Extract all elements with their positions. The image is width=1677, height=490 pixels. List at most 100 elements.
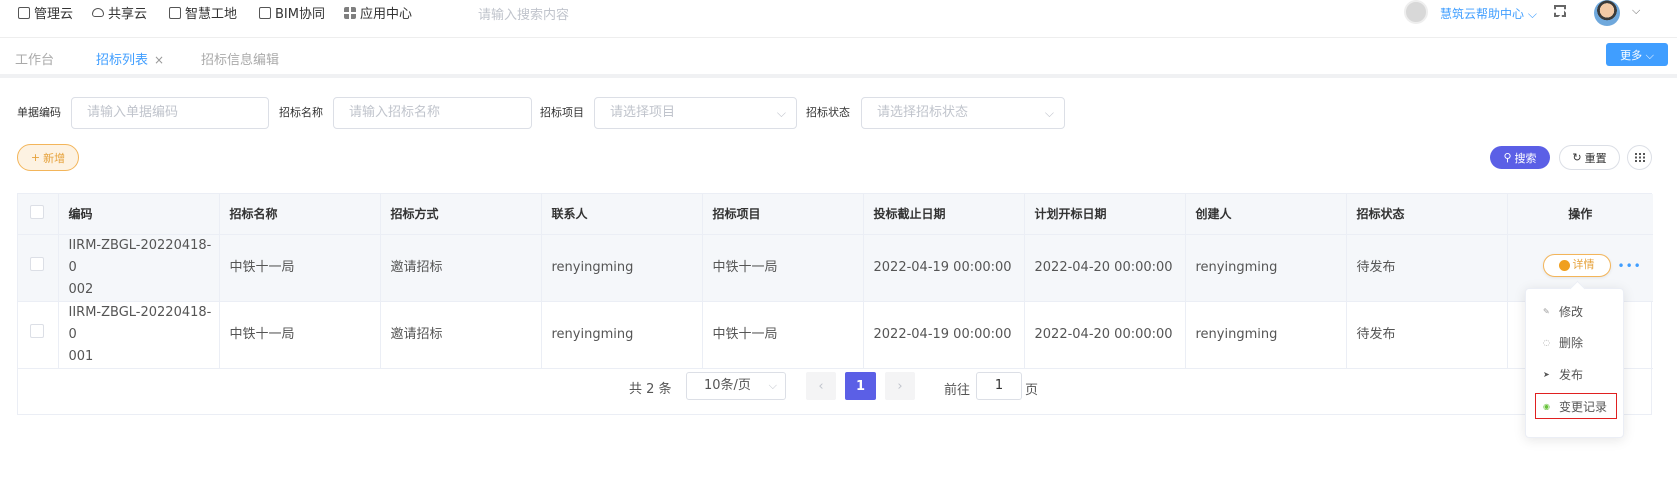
menu-item-delete[interactable]: ◌ 删除	[1543, 334, 1583, 351]
bag-icon	[259, 6, 271, 19]
tab-workbench[interactable]: 工作台	[15, 49, 54, 68]
nav-label: 应用中心	[360, 7, 413, 22]
chevron-down-icon: ⌵	[768, 379, 777, 392]
column-header: 创建人	[1185, 194, 1347, 235]
column-header: 编码	[58, 194, 220, 235]
cell-deadline: 2022-04-19 00:00:00	[863, 301, 1025, 369]
trash-icon: ◌	[1543, 338, 1550, 347]
code-line: IIRM-ZBGL-20220418-0	[68, 304, 212, 342]
nav-label: 智慧工地	[185, 7, 238, 22]
code-line: 001	[68, 348, 94, 364]
cell-contact: renyingming	[541, 301, 703, 369]
top-nav-bar: 管理云 共享云 智慧工地 BIM协同 应用中心 请输入搜索内容 慧筑云帮助中心 …	[0, 0, 1677, 38]
nav-item-smart-site[interactable]: 智慧工地	[169, 3, 237, 22]
column-settings-button[interactable]	[1627, 145, 1652, 170]
help-center-link[interactable]: 慧筑云帮助中心 ⌵	[1440, 5, 1537, 22]
chevron-down-icon: ⌵	[1044, 106, 1054, 120]
columns-icon	[1634, 153, 1645, 162]
column-header: 投标截止日期	[863, 194, 1025, 235]
cell-status: 待发布	[1346, 301, 1508, 369]
menu-item-label: 删除	[1559, 336, 1584, 350]
more-button[interactable]: 更多 ⌵	[1606, 43, 1668, 66]
column-header: 联系人	[541, 194, 703, 235]
row-select-cell	[18, 234, 59, 302]
page-number-current[interactable]: 1	[845, 372, 876, 400]
column-header: 招标名称	[219, 194, 381, 235]
table-row[interactable]: IIRM-ZBGL-20220418-0 002 中铁十一局 邀请招标 renyi…	[18, 234, 1653, 302]
menu-item-change-log[interactable]: ◉ 变更记录	[1535, 393, 1617, 419]
menu-item-publish[interactable]: ➤ 发布	[1543, 366, 1583, 383]
row-checkbox[interactable]	[30, 256, 44, 271]
cell-project: 中铁十一局	[702, 234, 864, 302]
reset-button[interactable]: ↻ 重置	[1559, 145, 1620, 170]
edit-icon: ✎	[1543, 307, 1550, 316]
tab-label: 工作台	[15, 53, 55, 68]
select-all-cell	[18, 194, 59, 235]
close-icon[interactable]: ×	[154, 53, 164, 67]
detail-button[interactable]: 详情	[1542, 253, 1611, 277]
detail-icon	[1558, 259, 1570, 271]
help-center-avatar[interactable]	[1404, 0, 1428, 24]
next-page-button[interactable]: ›	[885, 372, 915, 400]
row-select-cell	[18, 301, 59, 369]
chevron-right-icon: ›	[897, 378, 903, 394]
user-avatar[interactable]	[1594, 0, 1620, 26]
goto-page-input[interactable]: 1	[976, 372, 1022, 400]
check-circle-icon: ◉	[1543, 401, 1550, 411]
fullscreen-icon[interactable]	[1554, 5, 1566, 17]
page-size-value: 10条/页	[704, 378, 751, 393]
nav-item-management-cloud[interactable]: 管理云	[18, 3, 73, 22]
cell-deadline: 2022-04-19 00:00:00	[863, 234, 1025, 302]
nav-item-bim[interactable]: BIM协同	[259, 3, 325, 22]
menu-item-label: 修改	[1559, 305, 1584, 319]
tab-bid-edit[interactable]: 招标信息编辑	[201, 49, 279, 68]
filter-label-name: 招标名称	[279, 106, 323, 119]
nav-label: 管理云	[34, 7, 74, 22]
code-line: 002	[68, 281, 94, 297]
tab-bid-list[interactable]: 招标列表 ×	[96, 49, 164, 68]
code-input[interactable]: 请输入单据编码	[71, 97, 269, 129]
select-all-checkbox[interactable]	[30, 205, 44, 220]
tab-label: 招标列表	[96, 53, 149, 68]
goto-unit: 页	[1025, 383, 1039, 398]
reset-label: 重置	[1584, 151, 1607, 165]
refresh-icon: ↻	[1572, 151, 1582, 164]
row-checkbox[interactable]	[30, 323, 44, 338]
more-actions-icon[interactable]: •••	[1618, 255, 1642, 277]
cell-method: 邀请招标	[380, 234, 542, 302]
add-button[interactable]: + 新增	[17, 144, 79, 171]
row-actions-dropdown: ✎ 修改 ◌ 删除 ➤ 发布 ◉ 变更记录	[1525, 288, 1624, 438]
cell-code: IIRM-ZBGL-20220418-0 001	[58, 301, 220, 369]
project-select-placeholder: 请选择项目	[610, 105, 676, 120]
cell-open-date: 2022-04-20 00:00:00	[1024, 234, 1186, 302]
nav-item-app-center[interactable]: 应用中心	[344, 3, 412, 22]
cell-creator: renyingming	[1185, 301, 1347, 369]
cloud-icon	[92, 8, 104, 17]
global-search-input[interactable]: 请输入搜索内容	[478, 4, 569, 23]
menu-item-edit[interactable]: ✎ 修改	[1543, 303, 1583, 320]
nav-label: BIM协同	[275, 7, 325, 22]
column-header: 招标项目	[702, 194, 864, 235]
prev-page-button[interactable]: ‹	[806, 372, 836, 400]
grid-icon	[344, 6, 356, 19]
cell-code: IIRM-ZBGL-20220418-0 002	[58, 234, 220, 302]
nav-item-share-cloud[interactable]: 共享云	[92, 3, 147, 22]
status-select[interactable]: 请选择招标状态 ⌵	[861, 97, 1065, 129]
column-header: 计划开标日期	[1024, 194, 1186, 235]
more-label: 更多 ⌵	[1620, 48, 1654, 62]
project-select[interactable]: 请选择项目 ⌵	[594, 97, 797, 129]
status-select-placeholder: 请选择招标状态	[877, 105, 969, 120]
pagination-total: 共 2 条	[629, 382, 672, 397]
name-input[interactable]: 请输入招标名称	[333, 97, 532, 129]
page-size-select[interactable]: 10条/页 ⌵	[686, 372, 786, 400]
cell-contact: renyingming	[541, 234, 703, 302]
cell-name: 中铁十一局	[219, 234, 381, 302]
filter-label-status: 招标状态	[806, 106, 850, 119]
cell-method: 邀请招标	[380, 301, 542, 369]
chevron-down-icon: ⌵	[776, 106, 786, 120]
cell-creator: renyingming	[1185, 234, 1347, 302]
table-row[interactable]: IIRM-ZBGL-20220418-0 001 中铁十一局 邀请招标 renyi…	[18, 301, 1653, 369]
search-label: 搜索	[1514, 151, 1537, 165]
search-button[interactable]: ⚲ 搜索	[1490, 146, 1550, 169]
chevron-down-icon[interactable]: ⌵	[1632, 4, 1640, 18]
